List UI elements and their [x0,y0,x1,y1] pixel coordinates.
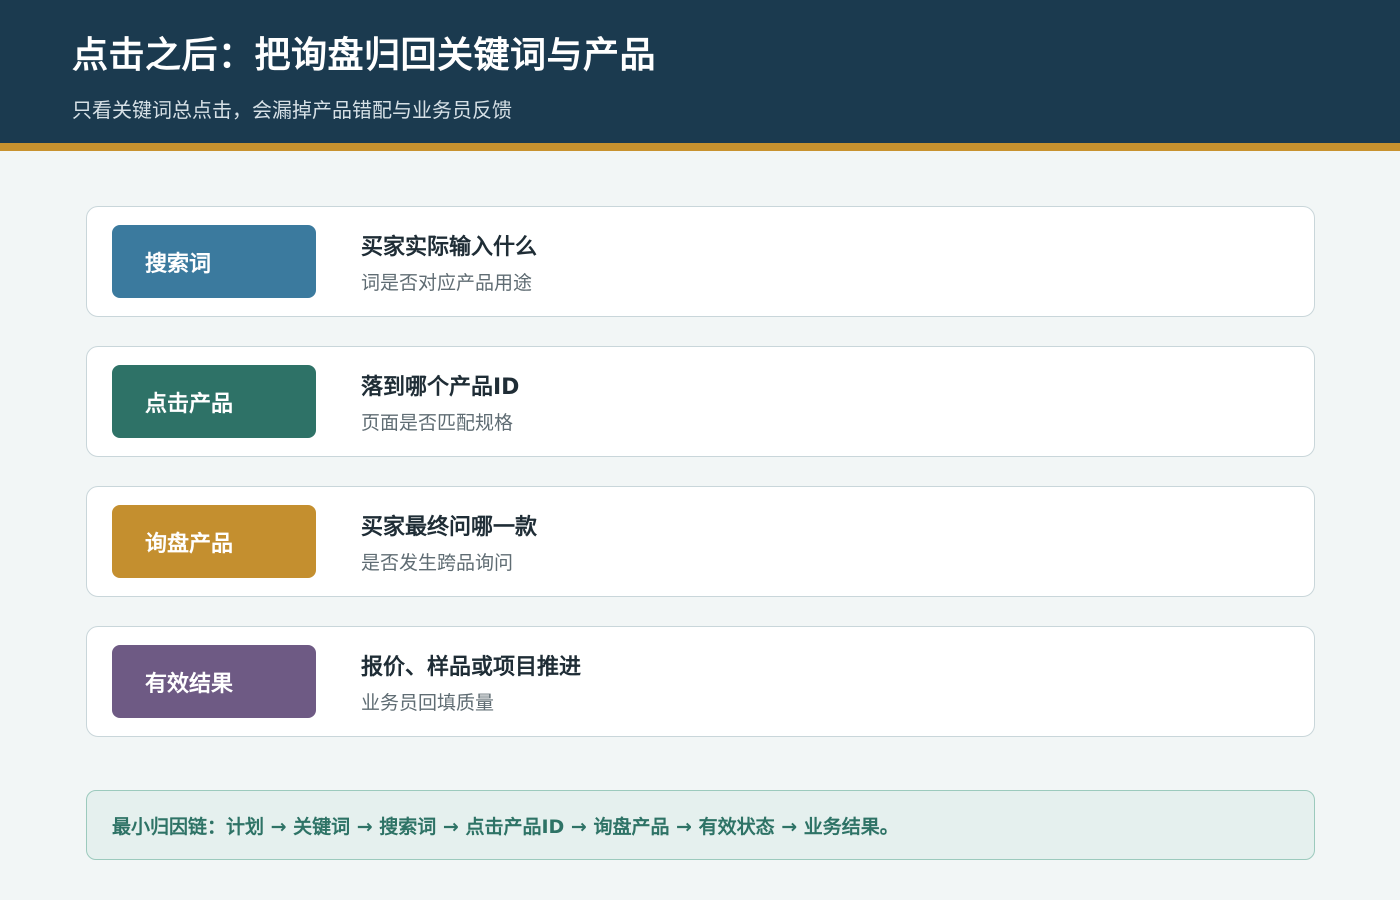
step-tag: 搜索词 [112,225,316,298]
step-tag: 有效结果 [112,645,316,718]
step-description: 页面是否匹配规格 [361,412,514,434]
page-subtitle: 只看关键词总点击，会漏掉产品错配与业务员反馈 [72,98,512,122]
step-card: 搜索词 买家实际输入什么 词是否对应产品用途 [86,206,1315,317]
step-card: 询盘产品 买家最终问哪一款 是否发生跨品询问 [86,486,1315,597]
step-title: 报价、样品或项目推进 [361,655,582,680]
attribution-steps: 搜索词 买家实际输入什么 词是否对应产品用途 点击产品 落到哪个产品ID 页面是… [86,206,1315,766]
step-description: 业务员回填质量 [361,692,495,714]
step-tag: 询盘产品 [112,505,316,578]
step-card: 有效结果 报价、样品或项目推进 业务员回填质量 [86,626,1315,737]
step-description: 词是否对应产品用途 [361,272,533,294]
header-banner: 点击之后：把询盘归回关键词与产品 只看关键词总点击，会漏掉产品错配与业务员反馈 [0,0,1400,143]
step-card: 点击产品 落到哪个产品ID 页面是否匹配规格 [86,346,1315,457]
header-accent-bar [0,143,1400,151]
attribution-chain-note: 最小归因链：计划 → 关键词 → 搜索词 → 点击产品ID → 询盘产品 → 有… [86,790,1315,860]
step-title: 落到哪个产品ID [361,375,520,400]
step-tag: 点击产品 [112,365,316,438]
step-title: 买家实际输入什么 [361,235,538,260]
page-title: 点击之后：把询盘归回关键词与产品 [72,35,657,76]
step-description: 是否发生跨品询问 [361,552,514,574]
step-title: 买家最终问哪一款 [361,515,538,540]
